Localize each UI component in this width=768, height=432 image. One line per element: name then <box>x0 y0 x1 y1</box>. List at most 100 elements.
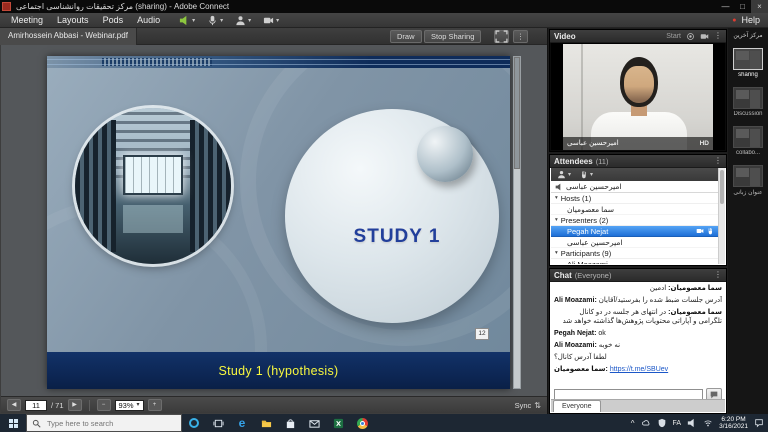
share-pod: Amirhossein Abbasi - Webinar.pdf Draw St… <box>0 28 548 414</box>
maximize-button[interactable]: □ <box>734 0 751 13</box>
attendee-row-icons <box>696 227 714 235</box>
minimize-button[interactable]: — <box>717 0 734 13</box>
zoom-out-button[interactable]: − <box>97 399 111 411</box>
chat-pod-menu-icon[interactable]: ⋮ <box>714 269 722 281</box>
volume-icon[interactable] <box>687 418 697 428</box>
chrome-button[interactable] <box>350 414 374 432</box>
active-speaker-row: امیرحسین عباسی <box>551 181 718 193</box>
onedrive-icon[interactable] <box>641 418 651 428</box>
defender-shield-icon[interactable] <box>657 418 667 428</box>
camera-icon[interactable] <box>700 32 709 41</box>
next-page-button[interactable]: ▶ <box>68 399 82 411</box>
speaker-dropdown[interactable]: ▾ <box>179 15 195 26</box>
page-number-input[interactable] <box>25 400 47 411</box>
taskbar-search[interactable] <box>26 414 182 432</box>
attendees-pod-menu-icon[interactable]: ⋮ <box>714 155 722 167</box>
excel-button[interactable] <box>326 414 350 432</box>
tab-everyone[interactable]: Everyone <box>553 400 601 412</box>
prev-page-button[interactable]: ◀ <box>7 399 21 411</box>
video-pod-menu-icon[interactable]: ⋮ <box>714 30 722 42</box>
search-input[interactable] <box>45 418 165 429</box>
menu-layouts[interactable]: Layouts <box>50 13 96 28</box>
attendee-group-presenters[interactable]: ▾ Presenters (2) <box>551 215 718 226</box>
system-tray: ^ FA 6:20 PM 3/16/2021 <box>631 416 768 431</box>
sync-toggle[interactable]: Sync ⇅ <box>515 401 541 410</box>
scrollbar-thumb[interactable] <box>720 170 724 204</box>
draw-button[interactable]: Draw <box>390 30 422 43</box>
cortana-button[interactable] <box>182 414 206 432</box>
page-total-label: / 71 <box>51 401 64 410</box>
scrollbar-thumb[interactable] <box>514 57 520 169</box>
chat-message: سما معصومیان: در انتهای هر جلسه در دو کا… <box>554 308 722 326</box>
task-view-button[interactable] <box>206 414 230 432</box>
layout-switcher-strip: مرکز آخرین sharing Discussion collabo...… <box>728 28 768 414</box>
share-pod-menu-button[interactable]: ⋮ <box>513 30 528 43</box>
chrome-icon <box>357 418 368 429</box>
network-icon[interactable] <box>703 418 713 428</box>
attendee-name: امیرحسین عباسی <box>567 238 622 247</box>
language-indicator[interactable]: FA <box>673 420 682 427</box>
start-button[interactable] <box>0 414 26 432</box>
layout-item-sharing[interactable]: sharing <box>733 48 763 78</box>
attendee-row[interactable]: سما معصومیان <box>551 204 718 215</box>
menu-audio[interactable]: Audio <box>130 13 167 28</box>
attendees-scrollbar[interactable] <box>718 168 725 264</box>
taskbar-clock[interactable]: 6:20 PM 3/16/2021 <box>719 416 748 431</box>
menu-pods[interactable]: Pods <box>96 13 131 28</box>
slide-header-band <box>47 56 510 68</box>
attendee-group-participants[interactable]: ▾ Participants (9) <box>551 248 718 259</box>
zoom-select[interactable]: 93% ▾ <box>115 400 144 411</box>
share-tab-webinar-pdf[interactable]: Amirhossein Abbasi - Webinar.pdf <box>0 28 137 45</box>
microphone-dropdown[interactable]: ▾ <box>207 15 223 26</box>
attendee-row-selected[interactable]: Pegah Nejat <box>551 226 718 237</box>
chat-sender: Ali Moazami: <box>554 342 597 349</box>
attendee-row[interactable]: امیرحسین عباسی <box>551 237 718 248</box>
webcam-dropdown[interactable]: ▾ <box>263 15 279 26</box>
start-webcam-button[interactable]: Start <box>666 33 681 40</box>
layout-item-discussion[interactable]: Discussion <box>733 87 763 117</box>
mail-button[interactable] <box>302 414 326 432</box>
chevron-down-icon: ▾ <box>555 250 558 256</box>
chat-tab-bar: Everyone <box>551 399 725 412</box>
attendee-status-dropdown[interactable]: ▾ <box>557 170 571 179</box>
attendee-group-hosts[interactable]: ▾ Hosts (1) <box>551 193 718 204</box>
store-icon <box>285 418 296 429</box>
chat-link[interactable]: https://t.me/SBUev <box>610 366 668 373</box>
chat-pod: Chat (Everyone) ⋮ سما معصومیان: ادمین Al… <box>549 268 727 414</box>
store-button[interactable] <box>278 414 302 432</box>
attendee-name: Ali Moazami <box>567 260 608 265</box>
chat-message: Pegah Nejat: ok <box>554 329 722 338</box>
chat-sender: سما معصومیان: <box>668 285 722 292</box>
document-scrollbar[interactable] <box>513 56 521 389</box>
attendees-count: (11) <box>596 157 609 166</box>
record-icon[interactable] <box>686 32 695 41</box>
layout-thumbnail <box>733 48 763 70</box>
raise-hand-dropdown[interactable]: ▾ <box>579 170 593 179</box>
active-speaker-icon <box>555 183 563 191</box>
chevron-down-icon: ▾ <box>555 195 558 201</box>
help-menu[interactable]: Help <box>741 15 760 25</box>
zoom-in-button[interactable]: + <box>148 399 162 411</box>
chat-scope: (Everyone) <box>575 271 612 280</box>
chat-pod-title: Chat <box>554 271 572 280</box>
chat-text: ادمین <box>650 285 666 292</box>
close-button[interactable]: × <box>751 0 768 13</box>
chevron-down-icon: ▾ <box>568 171 571 178</box>
layout-item-custom[interactable]: عنوان زبانی <box>733 165 763 196</box>
layout-item-collaboration[interactable]: collabo... <box>733 126 763 156</box>
tray-expand-button[interactable]: ^ <box>631 419 635 428</box>
person-icon <box>557 170 566 179</box>
file-explorer-button[interactable] <box>254 414 278 432</box>
fullscreen-button[interactable] <box>494 30 509 43</box>
edge-button[interactable]: e <box>230 414 254 432</box>
action-center-icon[interactable] <box>754 418 764 428</box>
stop-sharing-button[interactable]: Stop Sharing <box>424 30 481 43</box>
speaker-icon <box>179 15 190 26</box>
edge-icon: e <box>239 417 246 429</box>
webcam-icon <box>263 15 274 26</box>
layout-label: Discussion <box>733 111 763 117</box>
status-dropdown[interactable]: ▾ <box>235 15 251 26</box>
attendee-row[interactable]: Ali Moazami <box>551 259 718 264</box>
menu-meeting[interactable]: Meeting <box>4 13 50 28</box>
chat-sender: Ali Moazami: <box>554 297 597 304</box>
